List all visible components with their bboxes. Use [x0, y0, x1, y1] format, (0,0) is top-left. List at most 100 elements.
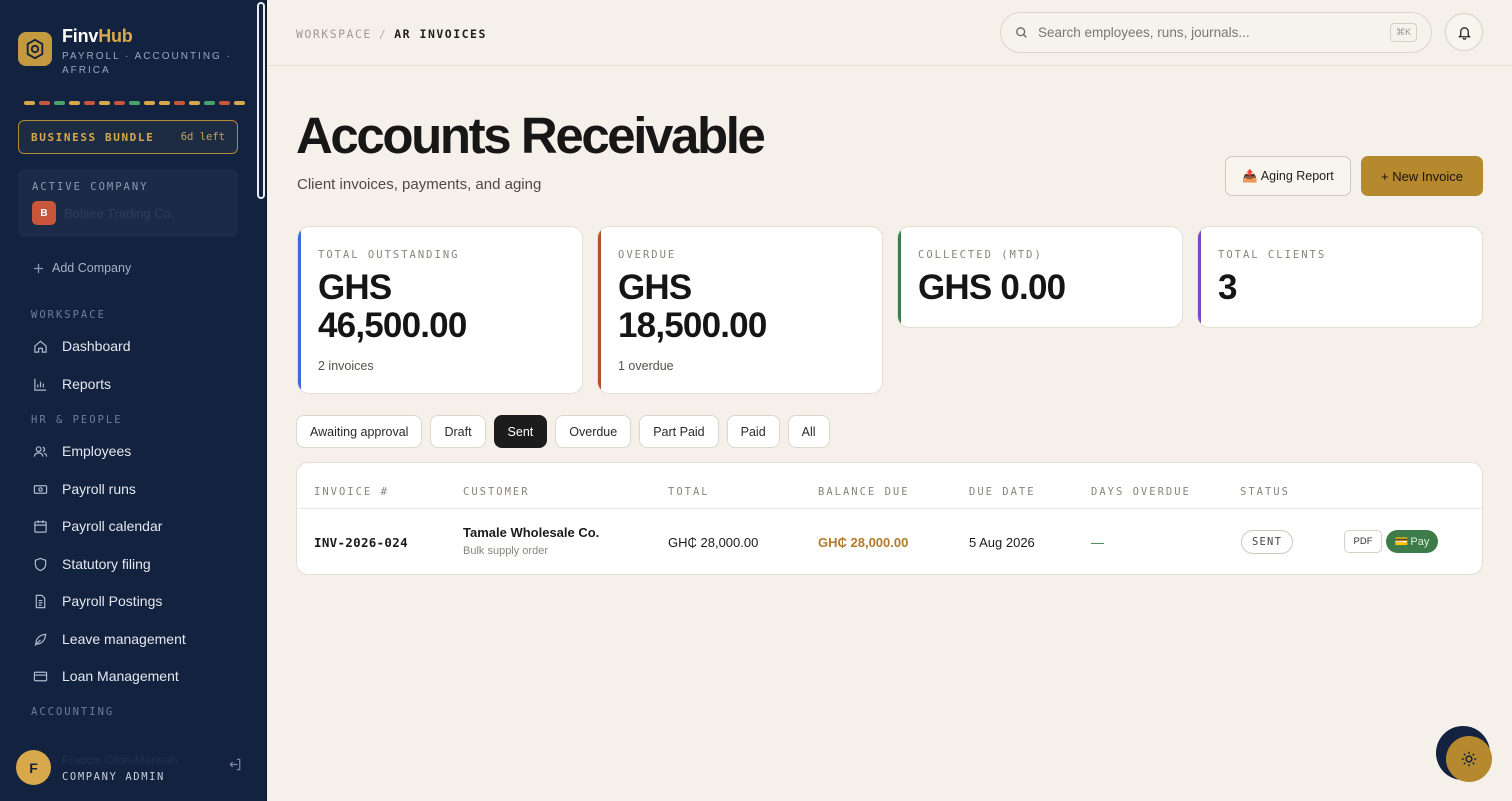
nav-item-payroll-runs[interactable]: Payroll runs	[33, 481, 136, 497]
stat-value: GHS 0.00	[918, 268, 1066, 307]
theme-toggle-button[interactable]	[1446, 736, 1492, 782]
sidebar-scrollbar[interactable]	[257, 2, 265, 199]
leaf-icon	[34, 633, 47, 646]
column-header: CUSTOMER	[463, 486, 530, 498]
plan-remaining: 6d left	[180, 131, 225, 143]
section-workspace: WORKSPACE	[31, 309, 106, 321]
stat-card-total-clients: TOTAL CLIENTS 3	[1197, 226, 1483, 328]
pay-button[interactable]: 💳 Pay	[1386, 530, 1438, 553]
nav-item-payroll-calendar[interactable]: Payroll calendar	[33, 518, 162, 534]
page-subtitle: Client invoices, payments, and aging	[297, 176, 542, 193]
filter-awaiting-approval[interactable]: Awaiting approval	[296, 415, 423, 448]
invoice-total: GH₵ 28,000.00	[668, 535, 759, 550]
brand[interactable]: FinvHub PAYROLL · ACCOUNTING · AFRICA	[18, 26, 232, 78]
document-icon	[35, 594, 46, 608]
nav-item-loan-management[interactable]: Loan Management	[33, 668, 179, 684]
search-icon	[1016, 27, 1027, 38]
aging-report-label: Aging Report	[1260, 169, 1334, 183]
balance-due: GH₵ 28,000.00	[818, 535, 909, 550]
stat-value: GHS 18,500.00	[618, 268, 767, 345]
brand-tagline: PAYROLL · ACCOUNTING · AFRICA	[62, 51, 232, 76]
breadcrumb-root[interactable]: WORKSPACE	[296, 27, 372, 41]
user-profile[interactable]: F Francis Ofori-Mensah COMPANY ADMIN	[16, 750, 177, 785]
invoice-description: Bulk supply order	[463, 545, 548, 557]
stat-subtext: 1 overdue	[618, 359, 674, 373]
column-header: DUE DATE	[969, 486, 1036, 498]
credit-card-icon: 💳	[1394, 536, 1409, 548]
breadcrumb: WORKSPACE / AR INVOICES	[296, 27, 487, 41]
nav-item-reports[interactable]: Reports	[33, 376, 111, 392]
filter-all[interactable]: All	[787, 415, 830, 448]
nav-item-dashboard[interactable]: Dashboard	[33, 338, 131, 354]
nav-item-payroll-postings[interactable]: Payroll Postings	[33, 593, 162, 609]
new-invoice-button[interactable]: + New Invoice	[1361, 156, 1483, 196]
top-bar: WORKSPACE / AR INVOICES ⌘K	[268, 0, 1512, 66]
search-bar[interactable]: ⌘K	[1000, 12, 1432, 53]
calendar-icon	[34, 519, 47, 533]
breadcrumb-current: AR INVOICES	[394, 27, 487, 41]
section-hr-people: HR & PEOPLE	[31, 414, 123, 426]
home-icon	[34, 340, 47, 353]
stat-caption: TOTAL CLIENTS	[1218, 249, 1327, 261]
stat-subtext: 2 invoices	[318, 359, 374, 373]
filter-part-paid[interactable]: Part Paid	[639, 415, 719, 448]
plan-label: BUSINESS BUNDLE	[31, 130, 155, 144]
company-name: Bolsee Trading Co.	[64, 205, 175, 221]
banknote-icon	[33, 484, 48, 494]
brand-color-strip	[24, 101, 245, 105]
filter-paid[interactable]: Paid	[726, 415, 780, 448]
active-company-switcher[interactable]: ACTIVE COMPANY B Bolsee Trading Co.	[18, 169, 238, 237]
add-company-button[interactable]: Add Company	[33, 261, 131, 275]
filter-sent[interactable]: Sent	[493, 415, 548, 448]
user-role: COMPANY ADMIN	[62, 770, 165, 783]
credit-card-icon	[33, 671, 48, 681]
column-header: STATUS	[1240, 486, 1290, 498]
stat-card-collected-mtd: COLLECTED (MTD) GHS 0.00	[897, 226, 1183, 328]
plan-badge[interactable]: BUSINESS BUNDLE 6d left	[18, 120, 238, 154]
user-avatar: F	[16, 750, 51, 785]
sun-icon	[1461, 751, 1477, 767]
company-avatar: B	[32, 201, 56, 225]
invoices-table: INVOICE # CUSTOMER TOTAL BALANCE DUE DUE…	[296, 462, 1483, 575]
breadcrumb-separator: /	[378, 27, 388, 41]
notifications-button[interactable]	[1445, 13, 1483, 51]
filter-overdue[interactable]: Overdue	[555, 415, 632, 448]
column-header: INVOICE #	[314, 486, 389, 498]
column-header: TOTAL	[668, 486, 710, 498]
column-header: DAYS OVERDUE	[1091, 486, 1191, 498]
stat-card-overdue: OVERDUE GHS 18,500.00 1 overdue	[597, 226, 883, 394]
search-input[interactable]	[1038, 25, 1390, 40]
stat-card-total-outstanding: TOTAL OUTSTANDING GHS 46,500.00 2 invoice…	[297, 226, 583, 394]
brand-logo-icon	[18, 32, 52, 66]
nav-item-leave-management[interactable]: Leave management	[33, 631, 186, 647]
aging-report-button[interactable]: 📤 Aging Report	[1225, 156, 1351, 196]
section-accounting: ACCOUNTING	[31, 706, 115, 718]
pdf-button[interactable]: PDF	[1344, 530, 1382, 553]
header-divider	[297, 508, 1482, 509]
logout-icon[interactable]	[228, 757, 243, 777]
plus-icon	[33, 263, 44, 273]
outbox-tray-icon: 📤	[1242, 168, 1258, 183]
user-name: Francis Ofori-Mensah	[62, 752, 178, 767]
pay-label: Pay	[1410, 535, 1430, 548]
bell-icon	[1457, 26, 1471, 40]
stat-value: GHS 46,500.00	[318, 268, 467, 345]
invoice-number[interactable]: INV-2026-024	[314, 535, 408, 550]
page-title: Accounts Receivable	[296, 107, 766, 164]
brand-name: FinvHub	[62, 26, 133, 46]
active-company-caption: ACTIVE COMPANY	[32, 181, 149, 193]
days-overdue: —	[1091, 535, 1104, 550]
column-header: BALANCE DUE	[818, 486, 910, 498]
filter-draft[interactable]: Draft	[430, 415, 486, 448]
sidebar: FinvHub PAYROLL · ACCOUNTING · AFRICA BU…	[0, 0, 267, 801]
status-filter-tabs: Awaiting approval Draft Sent Overdue Par…	[296, 415, 830, 448]
stat-caption: OVERDUE	[618, 249, 677, 261]
shield-icon	[34, 557, 47, 571]
bar-chart-icon	[34, 378, 47, 391]
nav-item-statutory-filing[interactable]: Statutory filing	[33, 556, 151, 572]
status-badge: SENT	[1241, 530, 1294, 554]
stat-caption: COLLECTED (MTD)	[918, 249, 1043, 261]
due-date: 5 Aug 2026	[969, 535, 1035, 550]
stat-value: 3	[1218, 268, 1237, 307]
nav-item-employees[interactable]: Employees	[33, 443, 131, 459]
